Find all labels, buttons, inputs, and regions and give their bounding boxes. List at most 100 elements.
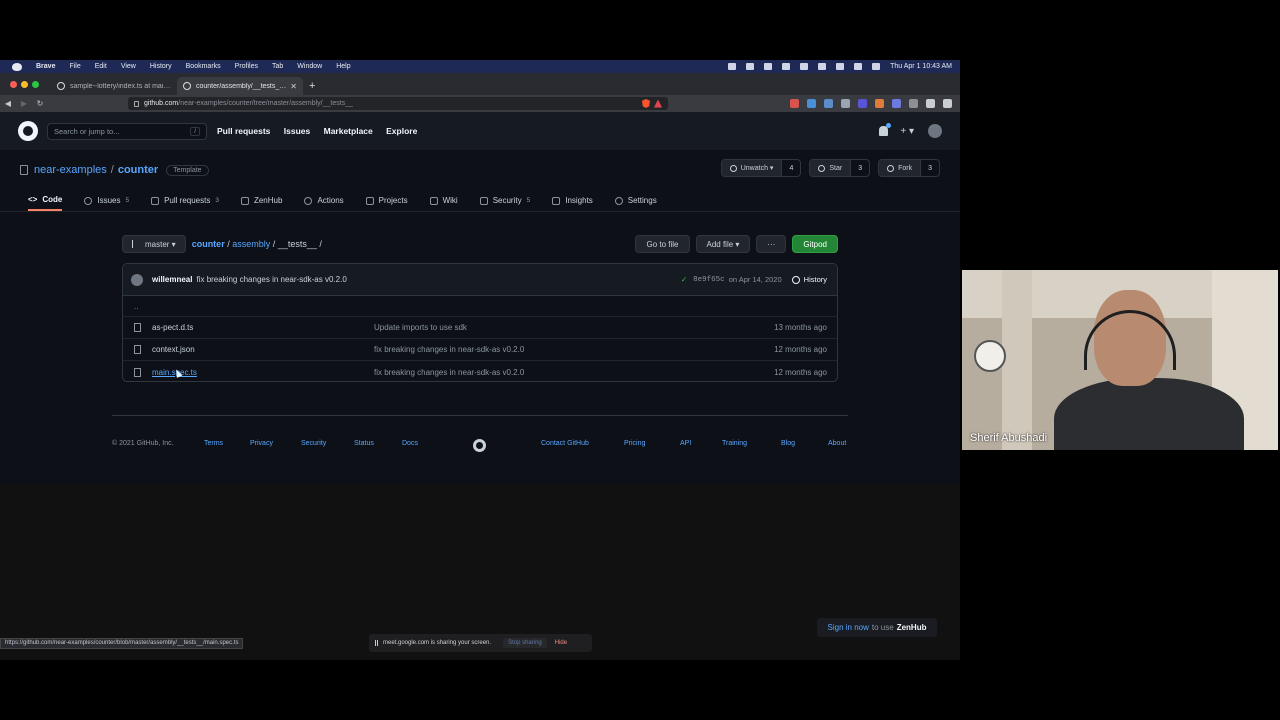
file-name-link[interactable]: main.spec.ts xyxy=(152,368,374,377)
menu-tab[interactable]: Tab xyxy=(272,63,283,70)
nav-marketplace[interactable]: Marketplace xyxy=(324,126,373,136)
extension-icon[interactable] xyxy=(807,99,816,108)
table-row[interactable]: as-pect.d.ts Update imports to use sdk 1… xyxy=(123,317,837,339)
close-tab-icon[interactable]: ✕ xyxy=(290,82,297,91)
forward-icon[interactable]: ▶ xyxy=(16,99,32,108)
watch-count[interactable]: 4 xyxy=(781,160,800,176)
stop-sharing-button[interactable]: Stop sharing xyxy=(503,638,547,648)
menu-bookmarks[interactable]: Bookmarks xyxy=(186,63,221,70)
browser-tab-counter[interactable]: counter/assembly/__tests__ at ✕ xyxy=(177,77,303,95)
nav-pull-requests[interactable]: Pull requests xyxy=(217,126,270,136)
footer-link-docs[interactable]: Docs xyxy=(402,440,418,447)
tray-battery-icon[interactable] xyxy=(782,63,791,70)
footer-link-contact[interactable]: Contact GitHub xyxy=(541,440,589,447)
spotlight-icon[interactable] xyxy=(854,63,863,70)
tab-security[interactable]: Security 5 xyxy=(479,190,530,211)
tab-issues[interactable]: Issues 5 xyxy=(84,190,129,211)
wifi-icon[interactable] xyxy=(818,63,827,70)
minimize-window-icon[interactable] xyxy=(21,80,28,88)
fork-button[interactable]: Fork 3 xyxy=(878,159,940,177)
tab-wiki[interactable]: Wiki xyxy=(429,190,458,211)
bluetooth-icon[interactable] xyxy=(800,63,809,70)
menu-window[interactable]: Window xyxy=(297,63,322,70)
tab-projects[interactable]: Projects xyxy=(365,190,408,211)
back-icon[interactable]: ◀ xyxy=(0,99,16,108)
repo-name-link[interactable]: counter xyxy=(118,164,158,176)
github-footer-logo-icon[interactable] xyxy=(473,439,486,452)
file-commit-message[interactable]: fix breaking changes in near-sdk-as v0.2… xyxy=(374,368,524,377)
close-window-icon[interactable] xyxy=(10,80,17,88)
nav-explore[interactable]: Explore xyxy=(386,126,417,136)
address-bar[interactable]: github.com /near-examples/counter/tree/m… xyxy=(128,97,668,110)
zenhub-signin-link[interactable]: Sign in now xyxy=(828,623,869,632)
tray-moon-icon[interactable] xyxy=(746,63,755,70)
go-to-file-button[interactable]: Go to file xyxy=(635,235,690,253)
control-center-icon[interactable] xyxy=(836,63,845,70)
commit-message-link[interactable]: fix breaking changes in near-sdk-as v0.2… xyxy=(196,275,346,284)
reload-icon[interactable]: ↻ xyxy=(32,99,48,108)
tab-zenhub[interactable]: ZenHub xyxy=(240,190,282,211)
menu-clock[interactable]: Thu Apr 1 10:43 AM xyxy=(890,63,952,70)
display-icon[interactable] xyxy=(872,63,881,70)
fork-count[interactable]: 3 xyxy=(920,160,939,176)
browser-tab-lottery[interactable]: sample--lottery/index.ts at main · xyxy=(51,77,177,95)
apple-icon[interactable] xyxy=(12,62,22,71)
tab-actions[interactable]: Actions xyxy=(304,190,344,211)
extension-icon[interactable] xyxy=(824,99,833,108)
footer-link-about[interactable]: About xyxy=(828,440,846,447)
hide-button[interactable]: Hide xyxy=(555,640,567,646)
footer-link-api[interactable]: API xyxy=(680,440,691,447)
footer-link-privacy[interactable]: Privacy xyxy=(250,440,273,447)
commit-author-link[interactable]: willemneal xyxy=(152,275,192,284)
table-row[interactable]: context.json fix breaking changes in nea… xyxy=(123,339,837,361)
menu-profiles[interactable]: Profiles xyxy=(235,63,258,70)
gitpod-button[interactable]: Gitpod xyxy=(792,235,838,253)
github-logo-icon[interactable] xyxy=(18,121,38,141)
file-name-link[interactable]: as-pect.d.ts xyxy=(152,323,374,332)
notifications-bell-icon[interactable] xyxy=(879,123,892,136)
file-commit-message[interactable]: Update imports to use sdk xyxy=(374,323,467,332)
file-commit-message[interactable]: fix breaking changes in near-sdk-as v0.2… xyxy=(374,345,524,354)
menu-file[interactable]: File xyxy=(69,63,80,70)
unwatch-button[interactable]: Unwatch ▾ 4 xyxy=(720,159,802,177)
history-link[interactable]: History xyxy=(791,275,827,284)
add-file-button[interactable]: Add file ▾ xyxy=(695,235,751,253)
menu-view[interactable]: View xyxy=(121,63,136,70)
parent-directory-row[interactable]: .. xyxy=(123,296,837,317)
table-row[interactable]: main.spec.ts fix breaking changes in nea… xyxy=(123,361,837,381)
extension-icon[interactable] xyxy=(875,99,884,108)
commit-sha-link[interactable]: 8e9f65c xyxy=(693,276,725,284)
repo-owner-link[interactable]: near-examples xyxy=(34,164,107,176)
brave-shield-icon[interactable] xyxy=(642,99,650,108)
star-button[interactable]: Star 3 xyxy=(809,159,871,177)
extension-icon[interactable] xyxy=(841,99,850,108)
commit-author-avatar[interactable] xyxy=(131,273,143,286)
extension-icon[interactable] xyxy=(909,99,918,108)
footer-link-training[interactable]: Training xyxy=(722,440,747,447)
tray-keyboard-icon[interactable] xyxy=(764,63,773,70)
footer-link-pricing[interactable]: Pricing xyxy=(624,440,645,447)
footer-link-terms[interactable]: Terms xyxy=(204,440,223,447)
new-tab-icon[interactable]: + xyxy=(309,77,315,95)
footer-link-security[interactable]: Security xyxy=(301,440,326,447)
footer-link-blog[interactable]: Blog xyxy=(781,440,795,447)
file-name-link[interactable]: context.json xyxy=(152,345,374,354)
nav-issues[interactable]: Issues xyxy=(284,126,310,136)
extension-icon[interactable] xyxy=(858,99,867,108)
more-options-button[interactable]: ··· xyxy=(756,235,787,253)
search-input[interactable]: Search or jump to... / xyxy=(47,122,207,140)
breadcrumb-root-link[interactable]: counter xyxy=(192,239,225,249)
tab-settings[interactable]: Settings xyxy=(614,190,657,211)
menu-brave[interactable]: Brave xyxy=(36,63,55,70)
menu-help[interactable]: Help xyxy=(336,63,350,70)
user-avatar[interactable] xyxy=(928,124,942,138)
participant-video-tile[interactable]: Sherif Abushadi xyxy=(962,270,1278,450)
zoom-window-icon[interactable] xyxy=(32,80,39,88)
parent-directory-link[interactable]: .. xyxy=(134,302,138,311)
menu-edit[interactable]: Edit xyxy=(95,63,107,70)
puzzle-icon[interactable] xyxy=(926,99,935,108)
menu-icon[interactable] xyxy=(943,99,952,108)
menu-history[interactable]: History xyxy=(150,63,172,70)
check-icon[interactable]: ✓ xyxy=(681,275,687,284)
tray-app-icon[interactable] xyxy=(728,63,737,70)
